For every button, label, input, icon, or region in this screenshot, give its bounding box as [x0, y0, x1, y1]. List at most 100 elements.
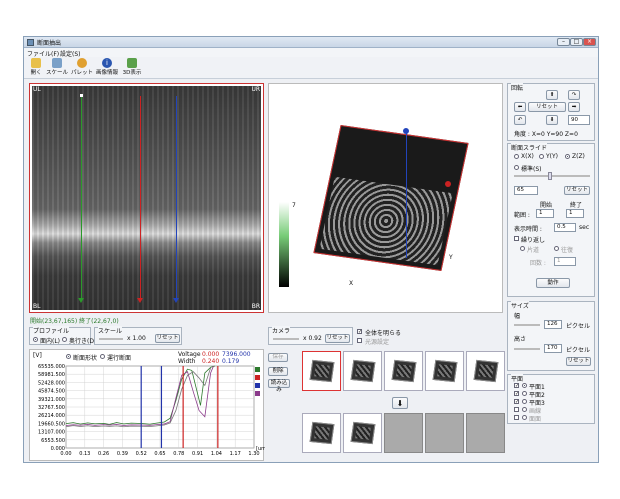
y-tick-label: 65535.000	[38, 364, 65, 370]
y-tick-label: 19660.500	[38, 421, 65, 427]
height-slider[interactable]	[514, 348, 540, 350]
thumbnail-5[interactable]	[466, 351, 505, 391]
rotate-left-button[interactable]: ⬅	[514, 102, 526, 112]
slice-slider-track[interactable]	[514, 175, 590, 177]
title-bar: 断面抽出 – □ ×	[24, 37, 598, 48]
slice-x-radio[interactable]	[514, 154, 519, 159]
roundtrip-radio[interactable]	[554, 246, 559, 251]
size-title: サイズ	[511, 301, 529, 310]
3d-view-button[interactable]: 3D表示	[121, 58, 143, 78]
app-icon	[27, 39, 34, 46]
palette-button[interactable]: パレット	[71, 58, 93, 78]
repeat-checkbox[interactable]	[514, 236, 519, 241]
scale-button[interactable]: スケール	[45, 58, 69, 78]
oneway-radio[interactable]	[520, 246, 525, 251]
image-info-button[interactable]: i 画像情報	[95, 58, 119, 78]
run-button[interactable]: 動作	[536, 278, 570, 288]
y-tick-label: 39321.000	[38, 397, 65, 403]
slice-line-red[interactable]	[140, 96, 141, 300]
plane5-checkbox[interactable]	[514, 415, 519, 420]
slice-line-green-arrow	[78, 298, 84, 303]
x-tick-label: 0.78	[173, 451, 184, 457]
close-button[interactable]: ×	[583, 38, 596, 46]
profile-graph-panel: [V] 断面形状 運行断面 Voltage 0.000 7396.000 Wid…	[29, 349, 265, 462]
y-tick-label: 26214.000	[38, 413, 65, 419]
slice-z-radio[interactable]	[565, 154, 570, 159]
folder-open-icon	[31, 58, 41, 68]
slice-position-input[interactable]: 65	[514, 186, 538, 195]
slice-y-radio[interactable]	[539, 154, 544, 159]
empty-slot-3[interactable]	[466, 413, 505, 453]
plane2-checkbox[interactable]: ✓	[514, 391, 519, 397]
3d-view-icon	[127, 58, 137, 68]
standard-radio[interactable]	[514, 165, 519, 170]
slice-slider-thumb[interactable]	[548, 172, 552, 180]
range-end-input[interactable]: 1	[566, 209, 584, 218]
size-reset-button[interactable]: リセット	[566, 357, 591, 366]
slice-reset-button[interactable]: リセット	[564, 186, 590, 195]
thumbnail-1[interactable]	[302, 351, 341, 391]
3d-blue-axis	[406, 130, 407, 258]
x-tick-label: 0.65	[154, 451, 165, 457]
selected-thumbnail-1[interactable]	[302, 413, 341, 453]
graph-delete-button[interactable]: 削除	[268, 367, 288, 376]
plane3-checkbox[interactable]: ✓	[514, 399, 519, 405]
scale-slider[interactable]	[99, 338, 123, 340]
rotate-ccw-button[interactable]: ↶	[514, 115, 526, 125]
cross-section-panel[interactable]: UL UR BL BR	[29, 83, 264, 313]
y-tick-label: 58981.500	[38, 372, 65, 378]
rotate-cw-button[interactable]: ↷	[568, 90, 580, 100]
move-down-button[interactable]: ⬇	[392, 397, 408, 409]
main-window: 断面抽出 – □ × ファイル(F) 設定(S) 開く スケール パレット i画…	[23, 36, 599, 463]
profile-plane-radio[interactable]	[33, 337, 38, 342]
scale-reset-button[interactable]: リセット	[155, 334, 180, 343]
width-input[interactable]: 126	[544, 320, 562, 329]
rotation-angles: 角度 : X=0 Y=90 Z=0	[514, 131, 578, 138]
open-button[interactable]: 開く	[28, 58, 44, 78]
3d-red-handle[interactable]	[445, 181, 451, 187]
x-tick-label: 0.91	[192, 451, 203, 457]
plane4-checkbox[interactable]	[514, 407, 519, 412]
light-checkbox[interactable]	[357, 338, 362, 343]
rotation-group: 回転 ⬆ ↷ ⬅ リセット ➡ ↶ ⬇ 90 角度 : X=0 Y=90 Z=0	[507, 83, 595, 141]
thumbnail-area: ⬇	[298, 349, 505, 459]
menu-bar: ファイル(F) 設定(S)	[24, 48, 598, 58]
rotation-reset-button[interactable]: リセット	[528, 102, 566, 112]
slice-line-blue-arrow	[173, 298, 179, 303]
display-time-input[interactable]: 0.5	[554, 223, 576, 232]
graph-save-button[interactable]: 保存	[268, 353, 288, 362]
profile-depth-radio[interactable]	[62, 337, 67, 342]
3d-volume	[313, 125, 469, 271]
rotate-down-button[interactable]: ⬇	[546, 115, 558, 125]
empty-slot-1[interactable]	[384, 413, 423, 453]
thumbnail-4[interactable]	[425, 351, 464, 391]
slice-line-green[interactable]	[81, 96, 82, 300]
planes-group: 平面 ✓ 平面1 ✓ 平面2 ✓ 平面3 画線 面面	[507, 374, 595, 424]
profile-chart[interactable]: 65535.000 58981.500 52428.000 45874.500 3932…	[30, 350, 265, 462]
camera-slider[interactable]	[273, 338, 299, 340]
3d-blue-handle[interactable]	[403, 128, 409, 134]
thumbnail-3[interactable]	[384, 351, 423, 391]
maximize-button[interactable]: □	[570, 38, 583, 46]
camera-reset-button[interactable]: リセット	[325, 334, 350, 343]
rotate-right-button[interactable]: ➡	[568, 102, 580, 112]
show-all-checkbox[interactable]: ✓	[357, 329, 362, 335]
corner-ur: UR	[251, 86, 260, 93]
graph-load-button[interactable]: 読み込み	[268, 379, 290, 393]
coords-readout: 開始(23,67,165) 終了(22,67,0)	[30, 318, 119, 325]
plane1-checkbox[interactable]: ✓	[514, 383, 519, 389]
repeat-count-input[interactable]: 1	[554, 257, 576, 266]
empty-slot-2[interactable]	[425, 413, 464, 453]
range-start-input[interactable]: 1	[536, 209, 554, 218]
rotation-angle-input[interactable]: 90	[568, 115, 590, 125]
3d-view-panel[interactable]: 7 X Y	[268, 83, 503, 313]
rotate-up-button[interactable]: ⬆	[546, 90, 558, 100]
slice-line-blue[interactable]	[176, 96, 177, 300]
thumbnail-2[interactable]	[343, 351, 382, 391]
selected-thumbnail-2[interactable]	[343, 413, 382, 453]
height-input[interactable]: 170	[544, 344, 562, 353]
minimize-button[interactable]: –	[557, 38, 570, 46]
start-marker[interactable]	[80, 94, 83, 97]
width-slider[interactable]	[514, 324, 540, 326]
x-tick-label: 0.26	[98, 451, 109, 457]
